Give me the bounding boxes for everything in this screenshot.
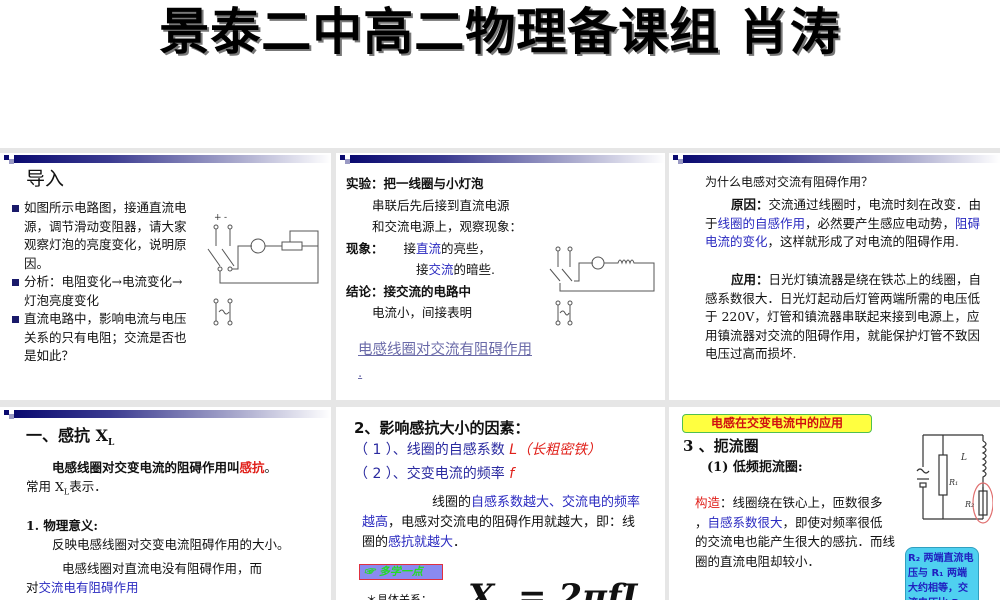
svg-text:+: + xyxy=(214,213,222,223)
reason-paragraph: 原因：交流通过线圈时，电流时刻在改变．由于线圈的自感作用，必然要产生感应电动势，… xyxy=(705,197,982,249)
slide-heading: 导入 xyxy=(26,168,65,190)
slide-heading: 一、感抗 XL xyxy=(26,426,115,449)
explanation: 线圈的自感系数越大、交流电的频率越高，电感对交流电的阻碍作用就越大，即：线圈的感… xyxy=(362,495,641,550)
factor-1: （ 1 ）、线圈的自感系数 L（长粗密铁） xyxy=(354,442,602,458)
physical-meaning: 1. 物理意义: 反映电感线圈对交变电流阻碍作用的大小。 电感线圈对直流电没有阻… xyxy=(26,518,290,595)
application-banner: 电感在交变电流中的应用 xyxy=(682,414,872,433)
slide-thumbnail-3[interactable]: 为什么电感对交流有阻碍作用？ 原因：交流通过线圈时，电流时刻在改变．由于线圈的自… xyxy=(669,153,1000,400)
callout-bubble: R₂ 两端直流电压与 R₁ 两端大约相等，交流电压比 R₁ 两端 xyxy=(905,547,979,600)
reactance-formula: X = 2πfL xyxy=(468,577,646,600)
bullet-item: 直流电路中，影响电流与电压关系的只有电阻；交流是否也是如此？ xyxy=(10,310,190,366)
experiment-text: 实验：把一线圈与小灯泡 串联后先后接到直流电源 和交流电源上，观察现象： 现象：… xyxy=(346,176,523,320)
construction-text: 构造：线圈绕在铁心上，匝数很多 ，自感系数很大，即使对频率很低的交流电也能产生很… xyxy=(695,495,896,569)
subheading: (1) 低频扼流圈: xyxy=(707,460,803,475)
definition-text: 电感线圈对交变电流的阻碍作用叫感抗。 常用 XL表示． xyxy=(26,460,278,496)
slide-header-bar xyxy=(669,155,1000,164)
slide-heading: 3 、扼流圈 xyxy=(683,437,759,455)
page-title: 景泰二中高二物理备课组 肖涛 xyxy=(159,3,841,61)
svg-text:R₂: R₂ xyxy=(964,500,974,509)
slide-header-bar xyxy=(0,155,331,164)
bullet-item: 分析：电阻变化→电流变化→灯泡亮度变化 xyxy=(10,273,190,310)
dc-circuit-diagram: + - xyxy=(207,213,319,326)
question-text: 为什么电感对交流有阻碍作用？ xyxy=(705,175,874,189)
bullet-item: 如图所示电路图，接通直流电源，调节滑动变阻器，请大家观察灯泡的亮度变化，说明原因… xyxy=(10,199,190,273)
factor-2: （ 2 ）、交变电流的频率 f xyxy=(354,466,515,482)
svg-text:R₁: R₁ xyxy=(948,478,958,487)
learn-more-badge[interactable]: ☞ 多学一点 xyxy=(359,564,443,580)
slide-header-bar xyxy=(336,155,665,164)
slide-thumbnail-2[interactable]: 实验：把一线圈与小灯泡 串联后先后接到直流电源 和交流电源上，观察现象： 现象：… xyxy=(336,153,665,400)
ac-circuit-diagram xyxy=(549,246,655,326)
slide-thumbnail-1[interactable]: 导入 如图所示电路图，接通直流电源，调节滑动变阻器，请大家观察灯泡的亮度变化，说… xyxy=(0,153,331,400)
conclusion-link[interactable]: 电感线圈对交流有阻碍作用 xyxy=(358,341,532,360)
svg-text:-: - xyxy=(224,213,227,223)
bullet-list: 如图所示电路图，接通直流电源，调节滑动变阻器，请大家观察灯泡的亮度变化，说明原因… xyxy=(10,199,190,366)
slide-thumbnail-6[interactable]: 电感在交变电流中的应用 3 、扼流圈 (1) 低频扼流圈: 构造：线圈绕在铁心上… xyxy=(669,407,1000,600)
choke-circuit-diagram: L R₁ R₂ xyxy=(916,434,993,524)
slide-heading: 2、影响感抗大小的因素： xyxy=(354,419,530,437)
slide-header-bar xyxy=(0,410,331,419)
application-paragraph: 应用：日光灯镇流器是绕在铁芯上的线圈，自感系数很大．日光灯起动后灯管两端所需的电… xyxy=(705,272,982,361)
relation-label: ＊具体关系： xyxy=(366,593,432,600)
slide-thumbnail-4[interactable]: 一、感抗 XL 电感线圈对交变电流的阻碍作用叫感抗。 常用 XL表示． 1. 物… xyxy=(0,407,331,600)
svg-text:L: L xyxy=(960,453,967,463)
slide-thumbnail-5[interactable]: 2、影响感抗大小的因素： （ 1 ）、线圈的自感系数 L（长粗密铁） （ 2 ）… xyxy=(336,407,665,600)
conclusion-link-period: . xyxy=(358,366,363,381)
